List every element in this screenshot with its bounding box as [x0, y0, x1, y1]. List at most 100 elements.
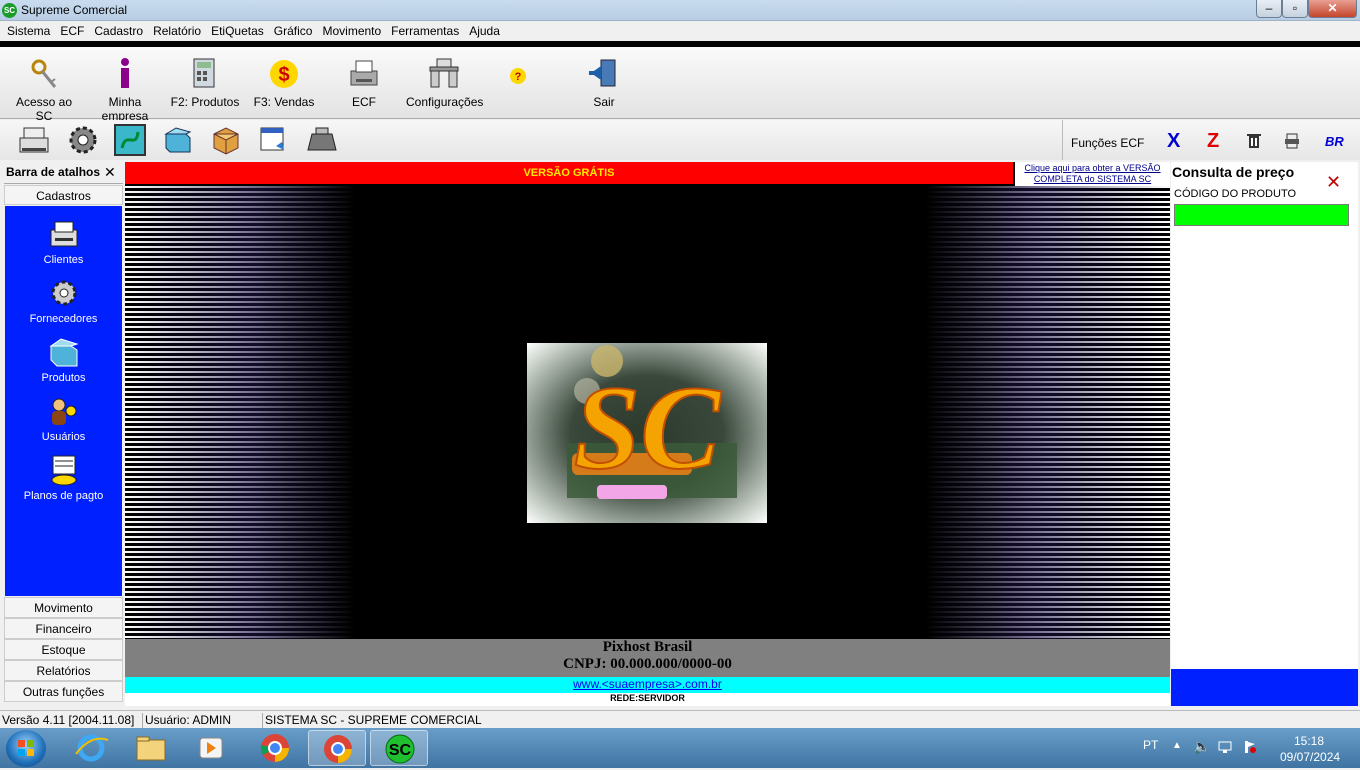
- ecf-button[interactable]: ECF: [340, 57, 388, 109]
- supreme-comercial-taskbar-button[interactable]: SC: [370, 730, 428, 766]
- gear-icon: [47, 277, 81, 311]
- document-icon[interactable]: [1285, 133, 1299, 152]
- chrome-icon[interactable]: [246, 730, 304, 766]
- keys-icon: [27, 57, 61, 91]
- ecf-toolbar-label: ECF: [352, 95, 376, 109]
- shortcut-usuarios[interactable]: Usuários: [5, 395, 122, 443]
- ecf-z-button[interactable]: Z: [1207, 130, 1219, 153]
- company-url-link[interactable]: www.<suaempresa>.com.br: [573, 677, 722, 691]
- dollar-icon: $: [267, 57, 301, 91]
- internet-explorer-icon[interactable]: [62, 730, 120, 766]
- clock-date: 09/07/2024: [1280, 750, 1341, 764]
- status-user: Usuário: ADMIN: [142, 713, 231, 729]
- main-toolbar: Acesso ao SC Minha empresa F2: Produtos …: [0, 47, 1360, 123]
- file-explorer-icon[interactable]: [122, 730, 180, 766]
- transfer-icon[interactable]: [114, 124, 146, 156]
- shortcut-usuarios-label: Usuários: [41, 431, 86, 443]
- app-icon: SC: [2, 3, 17, 18]
- trash-icon[interactable]: [1247, 133, 1261, 152]
- products-button[interactable]: F2: Produtos: [170, 57, 240, 109]
- maximize-button[interactable]: ▫: [1282, 0, 1308, 18]
- chrome-window-icon[interactable]: [308, 730, 366, 766]
- box-icon: [47, 336, 81, 370]
- category-relatorios[interactable]: Relatórios: [4, 660, 123, 681]
- sales-button[interactable]: $ F3: Vendas: [252, 57, 316, 109]
- category-estoque[interactable]: Estoque: [4, 639, 123, 660]
- register-icon[interactable]: [306, 124, 338, 156]
- ecf-x-button[interactable]: X: [1167, 130, 1180, 153]
- menu-grafico[interactable]: Gráfico: [269, 22, 318, 41]
- sc-logo-image: SC: [527, 343, 767, 523]
- action-center-icon[interactable]: [1243, 740, 1257, 757]
- main-area: VERSÃO GRÁTIS Clique aqui para obter a V…: [125, 162, 1170, 706]
- clock[interactable]: 15:18 09/07/2024: [1280, 733, 1341, 765]
- volume-icon[interactable]: 🔈: [1193, 738, 1210, 755]
- shortcut-fornecedores-label: Fornecedores: [29, 313, 98, 325]
- company-url-box: www.<suaempresa>.com.br: [125, 677, 1170, 693]
- company-button[interactable]: Minha empresa: [86, 57, 164, 123]
- language-indicator[interactable]: PT: [1143, 738, 1158, 752]
- product-code-input[interactable]: [1174, 204, 1349, 226]
- settings-button[interactable]: Configurações: [406, 57, 484, 109]
- package-icon[interactable]: [210, 124, 242, 156]
- sales-label: F3: Vendas: [253, 95, 315, 109]
- menu-cadastro[interactable]: Cadastro: [89, 22, 148, 41]
- menu-etiquetas[interactable]: EtiQuetas: [206, 22, 269, 41]
- company-info-box: Pixhost Brasil CNPJ: 00.000.000/0000-00: [125, 639, 1170, 677]
- tray-expand-icon[interactable]: ▲: [1172, 740, 1182, 751]
- products-label: F2: Produtos: [170, 95, 240, 109]
- windows-logo-icon: [18, 740, 34, 756]
- price-check-close-button[interactable]: ✕: [1326, 172, 1341, 193]
- window-title: Supreme Comercial: [21, 3, 128, 17]
- menu-ecf[interactable]: ECF: [55, 22, 89, 41]
- shortcut-clientes[interactable]: Clientes: [5, 218, 122, 266]
- menu-ferramentas[interactable]: Ferramentas: [386, 22, 464, 41]
- sc-taskbar-label: SC: [389, 742, 412, 759]
- minimize-button[interactable]: –: [1256, 0, 1282, 18]
- printer-icon: [347, 57, 381, 91]
- company-cnpj: CNPJ: 00.000.000/0000-00: [563, 656, 732, 672]
- company-name: Pixhost Brasil: [602, 639, 693, 655]
- media-player-icon[interactable]: [182, 730, 240, 766]
- ecf-br-button[interactable]: BR: [1325, 134, 1344, 149]
- access-button[interactable]: Acesso ao SC: [8, 57, 80, 123]
- status-system: SISTEMA SC - SUPREME COMERCIAL: [262, 713, 482, 729]
- info-icon: [108, 57, 142, 91]
- menu-movimento[interactable]: Movimento: [317, 22, 386, 41]
- menu-relatorio[interactable]: Relatório: [148, 22, 206, 41]
- menu-sistema[interactable]: Sistema: [2, 22, 55, 41]
- shortcut-bar: Barra de atalhos ✕ Cadastros Clientes Fo…: [4, 162, 123, 706]
- close-window-button[interactable]: ✕: [1308, 0, 1357, 18]
- desk-icon: [427, 57, 461, 91]
- exit-label: Sair: [593, 95, 615, 109]
- shortcut-produtos[interactable]: Produtos: [5, 336, 122, 384]
- cash-register-icon[interactable]: [18, 124, 50, 156]
- price-check-panel: Consulta de preço ✕ CÓDIGO DO PRODUTO: [1171, 162, 1358, 706]
- stripes-fade-right: [925, 186, 1170, 639]
- menu-ajuda[interactable]: Ajuda: [464, 22, 505, 41]
- settings-label: Configurações: [406, 95, 484, 109]
- ecf-functions-panel: Funções ECF X Z BR: [1062, 120, 1360, 160]
- shortcut-planos-pagto[interactable]: Planos de pagto: [5, 454, 122, 502]
- full-version-link[interactable]: Clique aqui para obter a VERSÃO COMPLETA…: [1015, 162, 1170, 186]
- help-button[interactable]: ?: [500, 67, 536, 89]
- svg-text:$: $: [278, 64, 289, 86]
- network-icon[interactable]: [1218, 740, 1232, 757]
- calendar-icon[interactable]: [258, 124, 290, 156]
- category-financeiro[interactable]: Financeiro: [4, 618, 123, 639]
- start-button[interactable]: [6, 730, 46, 767]
- logo-text: SC: [574, 361, 723, 494]
- shortcut-fornecedores[interactable]: Fornecedores: [5, 277, 122, 325]
- box-icon[interactable]: [162, 124, 194, 156]
- category-movimento[interactable]: Movimento: [4, 597, 123, 618]
- category-cadastros[interactable]: Cadastros: [4, 185, 123, 205]
- shortcut-clientes-label: Clientes: [43, 254, 84, 266]
- exit-button[interactable]: Sair: [584, 57, 624, 109]
- shortcut-planos-pagto-label: Planos de pagto: [23, 490, 104, 502]
- users-icon: [47, 395, 81, 429]
- gear-icon[interactable]: [67, 124, 99, 156]
- network-label: REDE:SERVIDOR: [125, 693, 1170, 706]
- shortcut-bar-close-button[interactable]: ✕: [104, 164, 116, 181]
- company-label: Minha empresa: [101, 95, 149, 123]
- category-outras-funcoes[interactable]: Outras funções: [4, 681, 123, 702]
